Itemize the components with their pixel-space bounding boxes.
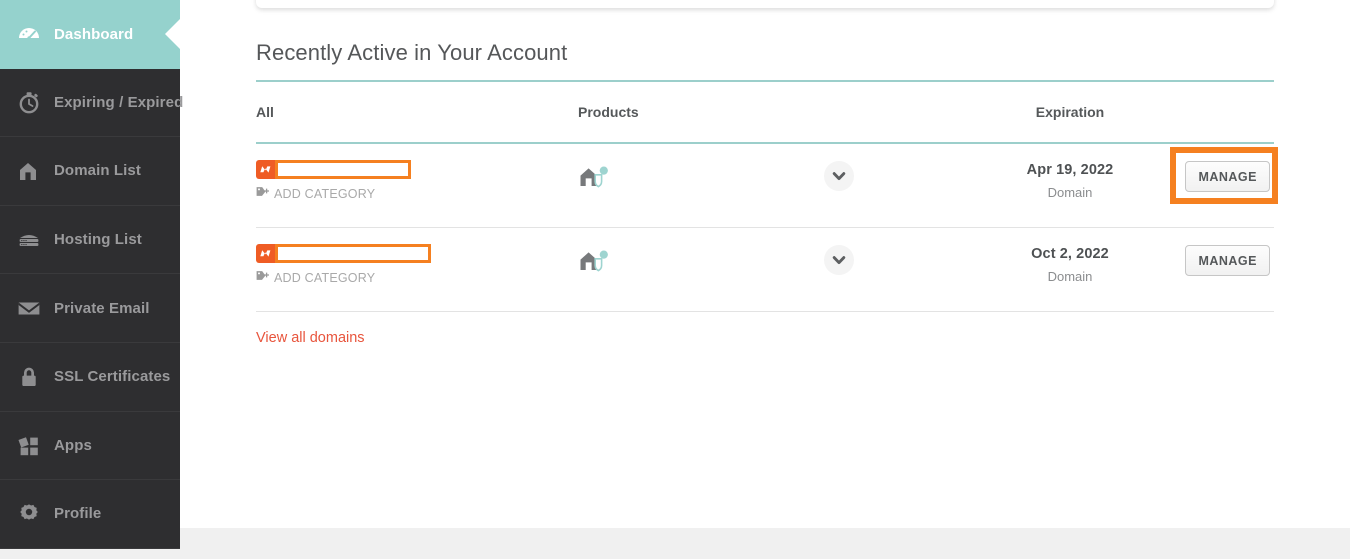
footer-strip-left <box>0 549 180 559</box>
footer-strip <box>180 528 1350 559</box>
server-icon <box>14 225 44 255</box>
sidebar-item-label: Expiring / Expired <box>54 93 184 111</box>
sidebar-item-apps[interactable]: Apps <box>0 412 180 481</box>
domain-house-shield-icon <box>578 246 612 281</box>
envelope-icon <box>14 293 44 323</box>
stopwatch-icon <box>14 87 44 117</box>
product-icon-cell <box>578 244 824 281</box>
table-row: ADD CATEGORY <box>256 228 1274 311</box>
domain-name-line <box>256 160 578 179</box>
sidebar-item-label: Hosting List <box>54 231 142 249</box>
active-indicator-notch <box>165 19 180 50</box>
lock-icon <box>14 362 44 392</box>
page-title: Recently Active in Your Account <box>256 40 568 65</box>
sidebar-item-hosting-list[interactable]: Hosting List <box>0 206 180 275</box>
chevron-down-icon[interactable] <box>824 161 854 191</box>
sidebar-item-label: Apps <box>54 436 92 454</box>
sidebar-item-label: SSL Certificates <box>54 368 171 386</box>
apps-icon <box>14 430 44 460</box>
house-icon <box>14 156 44 186</box>
actions-cell: MANAGE <box>1160 244 1274 276</box>
sidebar-item-dashboard[interactable]: Dashboard <box>0 0 180 69</box>
sidebar-item-private-email[interactable]: Private Email <box>0 274 180 343</box>
expand-cell <box>824 244 980 275</box>
sidebar-item-label: Private Email <box>54 299 150 317</box>
column-header-products: Products <box>578 104 639 120</box>
namecheap-logo-icon <box>256 244 275 263</box>
table-header-row: All Products Expiration <box>256 82 1274 142</box>
product-type: Domain <box>1047 185 1093 200</box>
domain-name-cell: ADD CATEGORY <box>256 244 578 285</box>
chevron-down-icon[interactable] <box>824 245 854 275</box>
column-header-all: All <box>256 104 274 120</box>
view-all-domains-link[interactable]: View all domains <box>256 330 365 346</box>
main-content: Recently Active in Your Account All Prod… <box>180 0 1350 559</box>
expiration-date: Apr 19, 2022 <box>1026 162 1114 178</box>
gauge-icon <box>14 19 44 49</box>
sidebar-item-profile[interactable]: Profile <box>0 480 180 549</box>
expiration-cell: Apr 19, 2022 Domain <box>980 160 1160 200</box>
add-category-label: ADD CATEGORY <box>274 186 376 201</box>
sidebar-item-label: Domain List <box>54 162 141 180</box>
expiration-cell: Oct 2, 2022 Domain <box>980 244 1160 284</box>
redacted-domain-name[interactable] <box>275 244 431 263</box>
domain-name-cell: ADD CATEGORY <box>256 160 578 201</box>
tag-plus-icon <box>256 186 270 201</box>
sidebar-item-ssl-certificates[interactable]: SSL Certificates <box>0 343 180 412</box>
manage-button[interactable]: MANAGE <box>1185 245 1270 276</box>
actions-cell: MANAGE <box>1160 147 1278 204</box>
tag-plus-icon <box>256 270 270 285</box>
table-row: ADD CATEGORY <box>256 144 1278 227</box>
manage-button[interactable]: MANAGE <box>1185 161 1270 192</box>
add-category-button[interactable]: ADD CATEGORY <box>256 186 578 201</box>
divider-row-2 <box>256 311 1274 312</box>
column-header-expiration: Expiration <box>1035 104 1105 120</box>
sidebar-item-expiring-expired[interactable]: Expiring / Expired <box>0 69 184 138</box>
domain-house-shield-icon <box>578 162 612 197</box>
add-category-label: ADD CATEGORY <box>274 270 376 285</box>
expiration-date: Oct 2, 2022 <box>1031 246 1109 262</box>
previous-card-partial <box>256 0 1274 8</box>
recently-active-section: Recently Active in Your Account All Prod… <box>256 40 1278 347</box>
domain-name-line <box>256 244 578 263</box>
sidebar: Dashboard Expiring / Expired Domain List <box>0 0 184 549</box>
sidebar-item-label: Dashboard <box>54 25 134 43</box>
dashboard-page: Dashboard Expiring / Expired Domain List <box>0 0 1350 559</box>
redacted-domain-name[interactable] <box>275 160 411 179</box>
sidebar-item-domain-list[interactable]: Domain List <box>0 137 180 206</box>
product-type: Domain <box>1047 269 1093 284</box>
add-category-button[interactable]: ADD CATEGORY <box>256 270 578 285</box>
sidebar-item-label: Profile <box>54 505 102 523</box>
gear-icon <box>14 499 44 529</box>
expand-cell <box>824 160 980 191</box>
product-icon-cell <box>578 160 824 197</box>
namecheap-logo-icon <box>256 160 275 179</box>
